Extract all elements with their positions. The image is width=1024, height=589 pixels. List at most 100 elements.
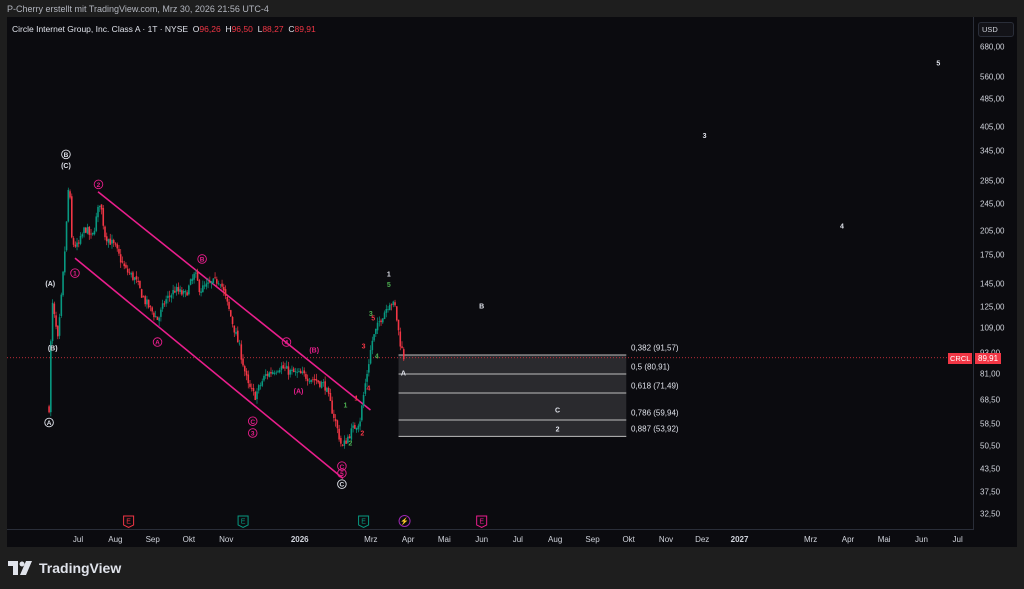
fib-level-label: 0,887 (53,92) — [631, 424, 679, 434]
candle-body — [62, 271, 64, 296]
candle-body — [186, 292, 188, 296]
currency-button[interactable]: USD — [978, 22, 1014, 37]
candle-body — [109, 238, 112, 245]
candle-body — [264, 374, 267, 376]
candle-body — [142, 296, 145, 298]
tradingview-logo[interactable]: TradingView — [8, 560, 121, 576]
candle-body — [375, 328, 377, 334]
candle-body — [48, 406, 50, 413]
time-tick-label: Okt — [182, 535, 196, 544]
wave-label: 1 — [387, 272, 391, 279]
candle-body — [292, 368, 295, 373]
time-tick-label: Aug — [108, 535, 123, 544]
wave-label: A — [47, 420, 52, 427]
candle-body — [217, 283, 220, 285]
price-tick-label: 175,00 — [980, 250, 1005, 260]
candle-body — [53, 303, 56, 314]
candle-body — [57, 325, 59, 337]
candle-body — [319, 381, 321, 387]
time-tick-label: Nov — [658, 535, 674, 544]
time-tick-label: Apr — [401, 535, 415, 544]
candle-body — [249, 383, 251, 387]
candle-body — [172, 289, 174, 295]
candle-body — [191, 278, 194, 281]
candle-body — [282, 365, 285, 369]
candle-body — [116, 244, 119, 249]
brand-name: TradingView — [39, 560, 122, 576]
time-tick-label: Mrz — [364, 535, 378, 544]
price-tick-label: 345,00 — [980, 146, 1005, 156]
candle-body — [144, 296, 146, 305]
candle-body — [112, 240, 115, 244]
candle-body — [303, 370, 305, 374]
candle-body — [361, 405, 363, 421]
candle-body — [130, 273, 133, 275]
candle-body — [334, 419, 337, 422]
candle-body — [395, 306, 398, 321]
fib-level-label: 0,382 (91,57) — [631, 343, 679, 353]
price-chart[interactable]: B(C)(A)(B)A21BA 4(B)(A)C3C5C15B345AC23345… — [0, 0, 1024, 589]
candle-body — [105, 236, 108, 242]
candle-body — [329, 392, 332, 401]
candle-body — [388, 304, 391, 311]
candle-body — [305, 374, 307, 379]
candle-body — [81, 234, 84, 237]
candle-body — [399, 331, 402, 347]
price-tick-label: 50,50 — [980, 441, 1001, 451]
candle-body — [98, 205, 101, 207]
candle-body — [174, 290, 176, 293]
candle-body — [394, 302, 396, 306]
high-value: 96,50 — [231, 24, 253, 34]
candle-body — [270, 372, 272, 374]
candle-body — [392, 301, 395, 305]
candle-body — [340, 438, 342, 444]
candle-body — [193, 273, 195, 280]
candle-body — [114, 243, 117, 245]
price-tick-label: 560,00 — [980, 72, 1005, 82]
candle-body — [369, 349, 372, 364]
symbol-title: Circle Internet Group, Inc. Class A · 1T… — [12, 24, 189, 34]
candle-body — [205, 283, 208, 287]
price-tick-label: 125,00 — [980, 302, 1005, 312]
candle-body — [243, 366, 246, 372]
candle-body — [310, 379, 312, 382]
price-tick-label: 81,00 — [980, 369, 1001, 379]
event-marker-label: E — [126, 519, 131, 526]
candle-body — [250, 387, 253, 389]
candle-body — [69, 191, 71, 198]
wave-label: 5 — [387, 282, 391, 289]
wave-label: 3 — [251, 431, 255, 438]
candle-body — [100, 204, 103, 210]
time-tick-label: Nov — [219, 535, 234, 544]
candle-body — [189, 279, 192, 285]
candle-body — [182, 290, 185, 294]
candle-body — [224, 289, 227, 296]
candle-body — [354, 424, 356, 429]
candle-body — [97, 206, 99, 218]
wave-label: 4 — [285, 340, 289, 347]
candle-body — [212, 278, 215, 283]
price-tick-label: 68,50 — [980, 395, 1001, 405]
candle-body — [79, 235, 82, 244]
symbol-legend: Circle Internet Group, Inc. Class A · 1T… — [12, 24, 316, 34]
candle-body — [209, 281, 211, 283]
candle-body — [266, 373, 269, 376]
candle-body — [277, 371, 279, 373]
candle-body — [280, 366, 283, 370]
price-tick-label: 205,00 — [980, 226, 1005, 236]
wave-label: 4 — [366, 385, 370, 392]
candle-body — [333, 413, 335, 418]
candle-body — [252, 388, 255, 392]
candle-body — [278, 370, 281, 373]
candle-body — [111, 239, 113, 244]
candle-body — [380, 320, 382, 323]
candle-body — [383, 312, 386, 320]
candle-body — [77, 242, 80, 244]
event-marker-label: E — [361, 519, 366, 526]
candle-body — [74, 244, 77, 247]
candle-body — [88, 226, 91, 235]
candle-body — [402, 349, 405, 360]
candle-body — [359, 421, 361, 427]
candle-body — [156, 316, 159, 320]
candle-body — [137, 280, 139, 283]
